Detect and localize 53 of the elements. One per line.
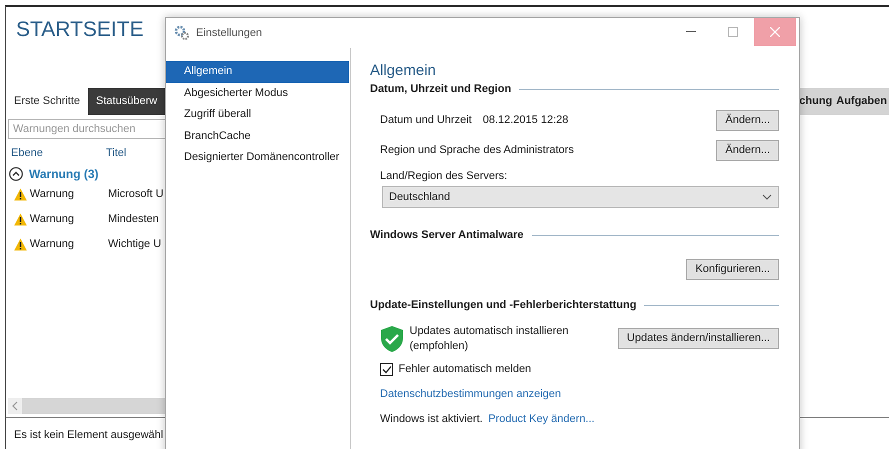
country-dropdown[interactable]: Deutschland — [382, 186, 779, 208]
field-label: Land/Region des Servers: — [380, 168, 508, 184]
checkbox-label: Fehler automatisch melden — [398, 362, 532, 376]
column-header[interactable]: Titel — [106, 146, 166, 161]
nav-item[interactable]: BranchCache — [166, 126, 349, 147]
group-heading: Windows Server Antimalware — [370, 228, 524, 244]
warning-icon — [14, 213, 27, 226]
checkbox[interactable] — [380, 362, 393, 376]
nav-item[interactable]: Designierter Domänencontroller — [166, 147, 349, 168]
group-heading: Datum, Uhrzeit und Region — [370, 82, 512, 97]
warning-icon — [14, 238, 27, 252]
status-text: Es ist kein Element ausgewähl — [14, 429, 164, 442]
field-value: 08.12.2015 12:28 — [482, 112, 568, 128]
minimize-icon — [686, 31, 696, 33]
search-field[interactable]: Warnungen durchsuchen — [8, 119, 168, 139]
close-button[interactable] — [754, 18, 796, 46]
change-button[interactable]: Ändern... — [716, 110, 779, 131]
table-cell: Warnung — [30, 212, 74, 227]
table-cell: Warnung — [30, 187, 74, 202]
configure-button[interactable]: Konfigurieren... — [686, 259, 779, 280]
field-label: Datum und Uhrzeit — [380, 112, 472, 128]
privacy-link[interactable]: Datenschutzbestimmungen anzeigen — [380, 388, 562, 400]
dialog-title: Einstellungen — [196, 26, 262, 40]
collapse-icon[interactable] — [9, 166, 23, 181]
scroll-left-icon[interactable] — [11, 401, 19, 412]
table-cell: Wichtige U — [108, 237, 162, 252]
product-key-link[interactable]: Product Key ändern... — [488, 412, 595, 428]
page-title: STARTSEITE — [15, 17, 144, 43]
maximize-icon — [728, 27, 738, 37]
close-icon — [770, 27, 780, 37]
nav-item[interactable]: Allgemein — [166, 61, 349, 82]
section-heading: Allgemein — [370, 62, 437, 80]
horizontal-scrollbar[interactable] — [8, 398, 168, 414]
table-cell: Mindesten — [108, 212, 159, 227]
group-label: Warnung (3) — [29, 166, 99, 182]
change-button[interactable]: Ändern... — [716, 140, 779, 161]
update-status: Updates automatisch installieren (empfohlen) — [410, 324, 570, 354]
tab[interactable]: Statusüberw — [88, 88, 166, 115]
tab[interactable]: Aufgaben — [834, 88, 889, 115]
table-cell: Warnung — [30, 237, 74, 252]
field-label: Region und Sprache des Administrators — [380, 142, 574, 158]
activation-text: Windows ist aktiviert. — [380, 412, 483, 428]
tab[interactable]: chung — [797, 88, 834, 115]
column-header[interactable]: Ebene — [11, 146, 106, 161]
shield-check-icon — [380, 324, 404, 353]
nav-item[interactable]: Zugriff überall — [166, 104, 349, 126]
nav-item[interactable]: Abgesicherter Modus — [166, 82, 349, 104]
table-cell: Microsoft U — [108, 187, 164, 202]
gear-icon — [174, 25, 190, 41]
group-heading: Update-Einstellungen und -Fehlerberichterstattung — [370, 298, 636, 313]
update-button[interactable]: Updates ändern/installieren... — [618, 328, 779, 349]
chevron-down-icon — [762, 194, 772, 200]
warning-icon — [14, 188, 27, 202]
